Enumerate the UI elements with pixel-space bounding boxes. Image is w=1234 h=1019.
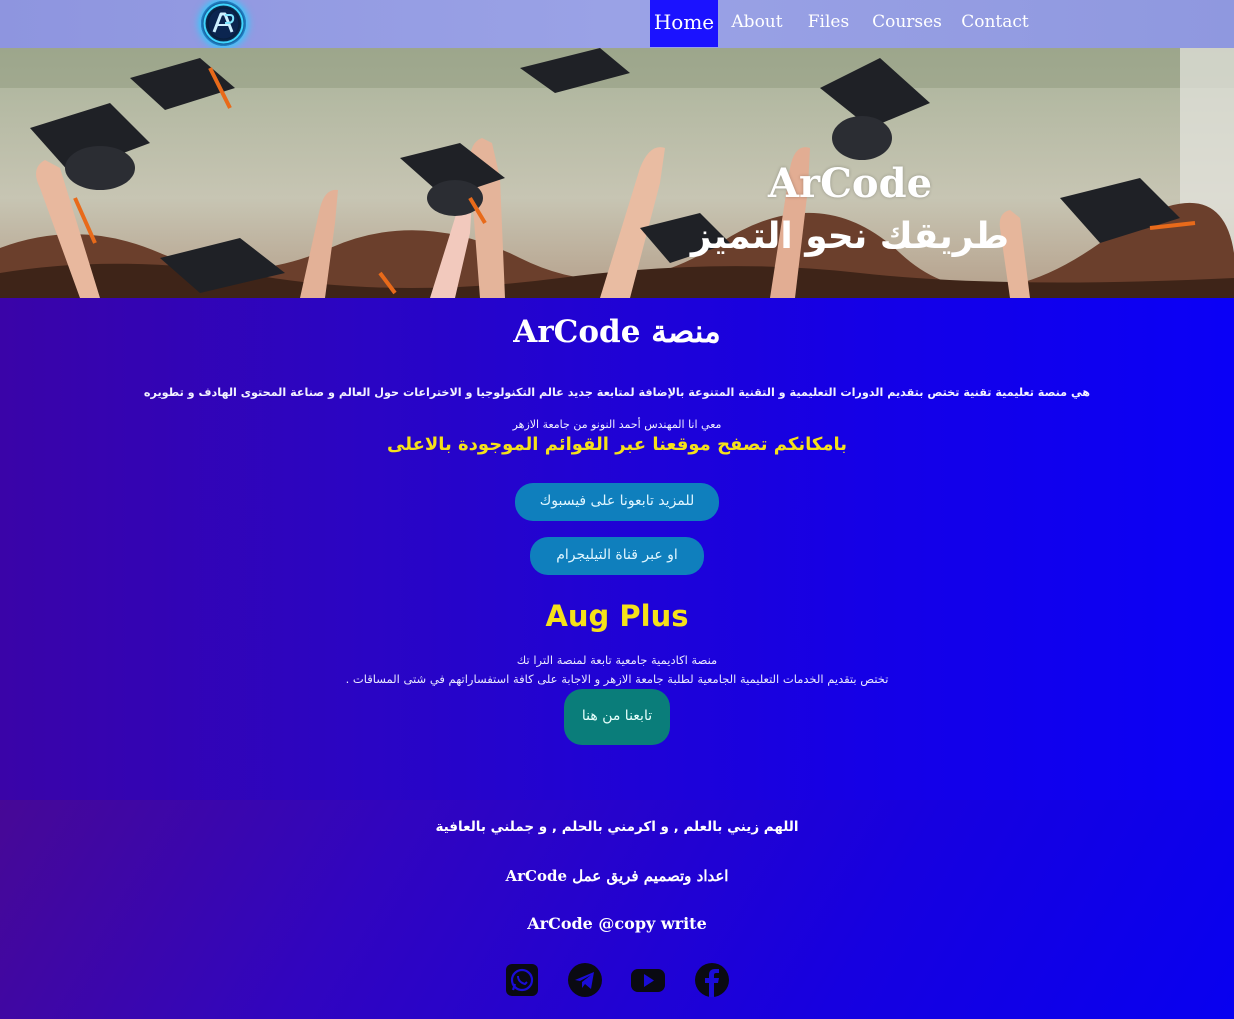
footer: اللهم زيني بالعلم , و اكرمني بالحلم , و … [0, 800, 1234, 1019]
facebook-icon[interactable] [694, 962, 730, 998]
nav-links: Home About Files Courses Contact [0, 0, 1234, 48]
telegram-icon[interactable] [567, 962, 603, 998]
aug-plus-title: Aug Plus [545, 599, 689, 633]
telegram-channel-button[interactable]: او عبر قناة التيليجرام [530, 537, 704, 575]
youtube-icon[interactable] [630, 962, 666, 998]
facebook-follow-button[interactable]: للمزيد تابعونا على فيسبوك [515, 483, 719, 521]
aug-plus-description-line2: تختص بتقديم الخدمات التعليمية الجامعية ل… [345, 672, 889, 686]
footer-copyright: ArCode @copy write [527, 914, 707, 933]
footer-dua: اللهم زيني بالعلم , و اكرمني بالحلم , و … [435, 819, 799, 835]
nav-contact[interactable]: Contact [961, 0, 1029, 47]
footer-team-credit: اعداد وتصميم فريق عمل ArCode [505, 867, 729, 885]
platform-description: هي منصة تعليمية تقنية تختص بتقديم الدورا… [143, 386, 1091, 399]
platform-title: منصة ArCode [513, 314, 721, 350]
nav-home[interactable]: Home [650, 0, 718, 47]
whatsapp-icon[interactable] [504, 962, 540, 998]
graduation-photo-image [0, 48, 1234, 298]
main-section: منصة ArCode هي منصة تعليمية تقنية تختص ب… [0, 298, 1234, 800]
hero-subtitle: طريقك نحو التميز [690, 216, 1010, 257]
aug-plus-description-line1: منصة اكاديمية جامعية تابعة لمنصة الترا ت… [516, 653, 718, 667]
engineer-note: معي انا المهندس أحمد النونو من جامعة الا… [512, 418, 722, 431]
top-navbar: Home About Files Courses Contact [0, 0, 1234, 48]
hero-banner: ArCode طريقك نحو التميز [0, 48, 1234, 298]
nav-files[interactable]: Files [805, 0, 852, 47]
aug-follow-button[interactable]: تابعنا من هنا [564, 689, 670, 745]
nav-courses[interactable]: Courses [871, 0, 943, 47]
nav-about[interactable]: About [728, 0, 786, 47]
hero-title: ArCode [767, 160, 933, 207]
browse-note: بامكانكم تصفح موقعنا عبر القوائم الموجود… [387, 434, 847, 455]
